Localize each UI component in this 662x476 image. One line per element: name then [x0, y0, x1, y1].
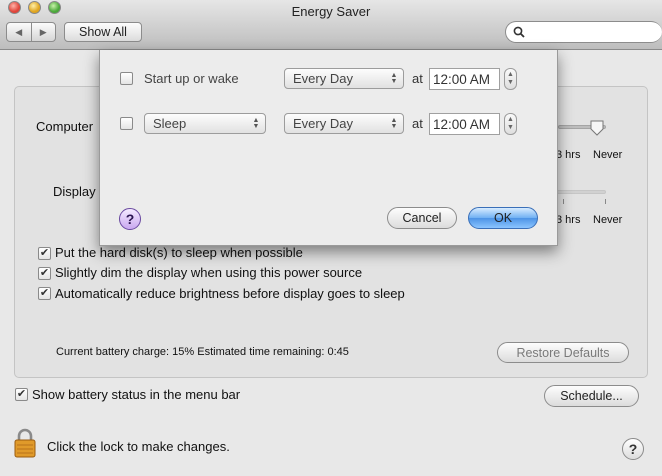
forward-arrow-icon[interactable]: ▶ [30, 23, 56, 41]
show-battery-status-checkbox[interactable]: ✔ [15, 388, 28, 401]
search-field[interactable] [505, 21, 662, 43]
up-arrow-icon[interactable]: ▲ [507, 116, 514, 124]
question-mark-icon: ? [125, 211, 135, 227]
ok-button[interactable]: OK [468, 207, 538, 229]
sleep-action-value: Sleep [153, 116, 187, 131]
sleep-checkbox[interactable] [120, 117, 133, 130]
startup-time-field[interactable]: 12:00 AM [429, 68, 500, 90]
reduce-brightness-checkbox[interactable]: ✔ [38, 287, 51, 300]
startup-label: Start up or wake [144, 71, 239, 86]
computer-sleep-slider-knob[interactable] [589, 120, 605, 136]
question-mark-icon: ? [628, 441, 638, 457]
dim-display-label: Slightly dim the display when using this… [55, 265, 363, 280]
startup-day-popup[interactable]: Every Day ▲ ▼ [284, 68, 404, 89]
restore-defaults-button[interactable]: Restore Defaults [497, 342, 629, 363]
display-slider-label-3hrs: 3 hrs [556, 214, 581, 226]
display-tick [605, 199, 606, 204]
startup-time-stepper[interactable]: ▲ ▼ [504, 68, 517, 90]
schedule-sheet: Start up or wake Every Day ▲ ▼ at 12:00 A… [99, 50, 558, 246]
lock-icon[interactable] [14, 428, 36, 458]
down-arrow-icon[interactable]: ▼ [507, 79, 514, 87]
sheet-help-button[interactable]: ? [119, 208, 141, 230]
back-forward-control: ◀ ▶ [6, 22, 56, 42]
cancel-button[interactable]: Cancel [387, 207, 457, 229]
sleep-at-label: at [412, 116, 423, 131]
sleep-day-value: Every Day [293, 116, 353, 131]
checkmark-icon: ✔ [16, 388, 27, 400]
reduce-brightness-label: Automatically reduce brightness before d… [55, 286, 405, 301]
hard-disk-sleep-checkbox[interactable]: ✔ [38, 247, 51, 260]
battery-status-text: Current battery charge: 15% Estimated ti… [56, 346, 349, 358]
sleep-time-stepper[interactable]: ▲ ▼ [504, 113, 517, 135]
updown-arrow-icon: ▲ ▼ [252, 116, 260, 130]
startup-at-label: at [412, 71, 423, 86]
sleep-time-field[interactable]: 12:00 AM [429, 113, 500, 135]
computer-slider-label-3hrs: 3 hrs [556, 149, 581, 161]
computer-slider-label-never: Never [593, 149, 623, 161]
display-sleep-label: Display [53, 184, 96, 199]
sleep-day-popup[interactable]: Every Day ▲ ▼ [284, 113, 404, 134]
updown-arrow-icon: ▲ ▼ [390, 71, 398, 85]
checkmark-icon: ✔ [39, 267, 50, 279]
checkmark-icon: ✔ [39, 247, 50, 259]
computer-sleep-label: Computer [36, 119, 94, 134]
show-battery-status-label: Show battery status in the menu bar [32, 387, 241, 402]
up-arrow-icon[interactable]: ▲ [507, 71, 514, 79]
down-arrow-icon[interactable]: ▼ [507, 124, 514, 132]
help-button[interactable]: ? [622, 438, 644, 460]
hard-disk-sleep-label: Put the hard disk(s) to sleep when possi… [55, 245, 303, 260]
lock-message: Click the lock to make changes. [47, 439, 230, 454]
updown-arrow-icon: ▲ ▼ [390, 116, 398, 130]
dim-display-checkbox[interactable]: ✔ [38, 267, 51, 280]
startup-day-value: Every Day [293, 71, 353, 86]
search-icon [513, 26, 525, 38]
display-slider-label-never: Never [593, 214, 623, 226]
checkmark-icon: ✔ [39, 287, 50, 299]
display-tick [563, 199, 564, 204]
window-titlebar: Energy Saver ◀ ▶ Show All [0, 0, 662, 50]
window-title: Energy Saver [291, 4, 371, 19]
schedule-button[interactable]: Schedule... [544, 385, 639, 407]
back-arrow-icon[interactable]: ◀ [7, 23, 31, 41]
sleep-action-popup[interactable]: Sleep ▲ ▼ [144, 113, 266, 134]
startup-checkbox[interactable] [120, 72, 133, 85]
show-all-button[interactable]: Show All [64, 22, 142, 42]
